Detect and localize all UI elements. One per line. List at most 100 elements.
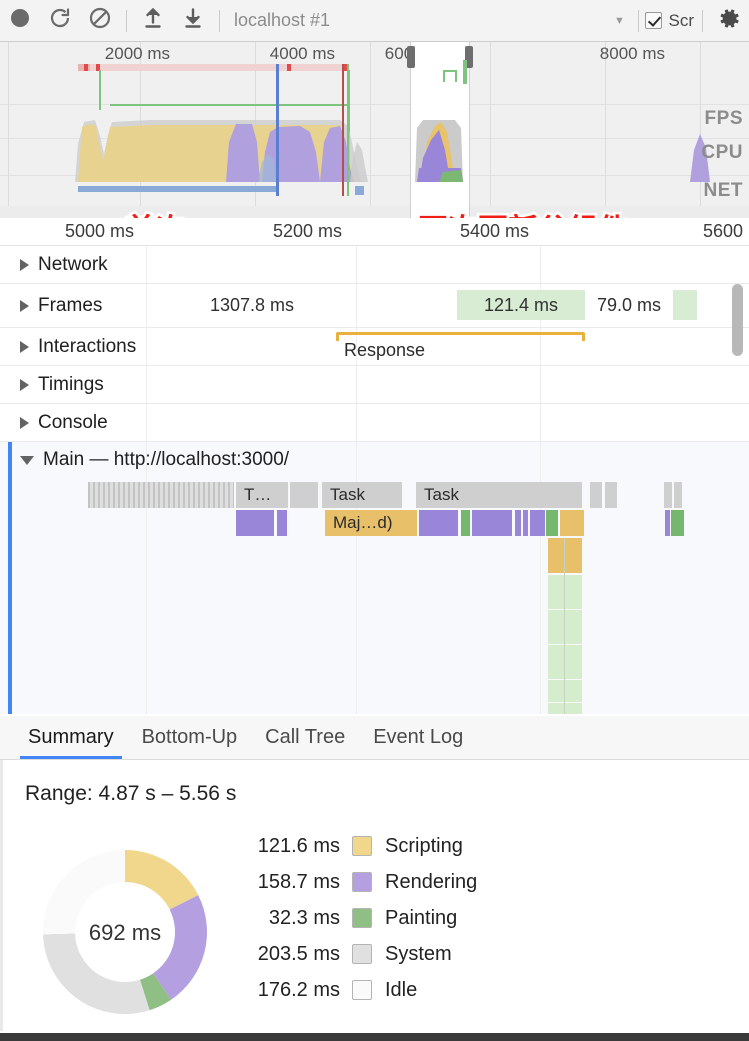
net-bar [78, 186, 278, 192]
overview-selection-window[interactable] [407, 42, 473, 218]
save-profile-button[interactable] [173, 0, 213, 42]
track-interactions[interactable]: Interactions Response [0, 328, 749, 366]
flame-block-rendering[interactable] [523, 510, 528, 536]
flame-block-task[interactable]: Task [322, 482, 402, 508]
frame-item[interactable]: 79.0 ms [586, 290, 672, 320]
screenshots-toggle[interactable]: Scr [644, 10, 697, 31]
toolbar-divider-2 [219, 9, 220, 32]
load-profile-button[interactable] [133, 0, 173, 42]
flame-block-timing[interactable] [548, 703, 582, 714]
selection-handle-left[interactable] [407, 46, 415, 68]
legend-row[interactable]: 203.5 ms System [248, 936, 477, 972]
overview-tick: 4000 ms [269, 44, 335, 63]
legend-label: Rendering [385, 870, 478, 893]
reload-and-record-button[interactable] [40, 0, 80, 42]
flame-block-task[interactable]: Task [416, 482, 582, 508]
flame-block-timing[interactable] [548, 680, 582, 702]
overview-tick: 8000 ms [599, 44, 665, 63]
chevron-right-icon[interactable] [20, 378, 29, 391]
flame-block-rendering[interactable] [419, 510, 458, 536]
timeline-overview[interactable]: 2000 ms 4000 ms 6000 ms 8000 ms [0, 42, 749, 218]
flame-block-rendering[interactable] [665, 510, 670, 536]
tab-call-tree[interactable]: Call Tree [251, 717, 359, 759]
track-main-header[interactable]: Main — http://localhost:3000/ [0, 442, 289, 478]
flame-block-scripting[interactable] [548, 538, 582, 573]
legend-row[interactable]: 32.3 ms Painting [248, 900, 477, 936]
screenshots-checkbox[interactable] [644, 12, 662, 29]
flame-block-task[interactable] [664, 482, 672, 508]
profile-selector-label[interactable]: localhost #1 [226, 0, 608, 42]
toolbar-divider-3 [637, 9, 639, 32]
flame-block-rendering[interactable] [472, 510, 512, 536]
flame-block-scripting[interactable]: Maj…d) [325, 510, 417, 536]
flame-block-painting[interactable] [671, 510, 684, 536]
flame-block-task[interactable] [674, 482, 682, 508]
track-network-label: Network [38, 253, 108, 275]
track-console-header[interactable]: Console [0, 404, 108, 441]
frame-item[interactable]: 1307.8 ms [146, 290, 358, 320]
legend-label: Painting [385, 906, 458, 929]
flame-block-task[interactable]: T… [236, 482, 288, 508]
cpu-lane-label: CPU [701, 142, 743, 163]
chevron-down-icon[interactable] [20, 455, 34, 465]
legend-label: System [385, 942, 452, 965]
chevron-down-icon[interactable]: ▼ [608, 15, 632, 27]
details-tabbar[interactable]: Summary Bottom-Up Call Tree Event Log [0, 716, 749, 760]
flame-block-rendering[interactable] [277, 510, 287, 536]
performance-toolbar: localhost #1 ▼ Scr [0, 0, 749, 42]
toolbar-divider-1 [126, 9, 127, 32]
flame-block-task-group[interactable] [88, 482, 234, 508]
toolbar-divider-4 [702, 9, 703, 32]
track-frames-header[interactable]: Frames [0, 284, 102, 327]
flame-block-task[interactable] [290, 482, 318, 508]
flame-block-painting[interactable] [461, 510, 470, 536]
annotation-parent-update: 再次更新父组件 [416, 205, 631, 219]
timeline-tracks[interactable]: Network Frames 1307.8 ms 121.4 ms 79.0 m… [0, 246, 749, 716]
timeline-tick: 5400 ms [459, 221, 529, 241]
track-timings-header[interactable]: Timings [0, 366, 104, 403]
track-timings-label: Timings [38, 373, 104, 395]
tracks-scrollbar[interactable] [732, 284, 743, 356]
legend-row[interactable]: 121.6 ms Scripting [248, 828, 477, 864]
legend-swatch [352, 980, 372, 1000]
flame-block-timing[interactable] [548, 645, 582, 679]
frame-item[interactable]: 121.4 ms [457, 290, 585, 320]
track-interactions-header[interactable]: Interactions [0, 328, 136, 365]
track-console[interactable]: Console [0, 404, 749, 442]
flame-block-rendering[interactable] [530, 510, 545, 536]
record-button[interactable] [0, 0, 40, 42]
legend-swatch [352, 836, 372, 856]
tab-summary[interactable]: Summary [14, 717, 128, 759]
activity-donut-chart[interactable]: 692 ms [30, 845, 220, 1020]
frame-item[interactable] [673, 290, 697, 320]
track-main[interactable]: Main — http://localhost:3000/ T… Task Ta… [0, 442, 749, 714]
main-track-selection-bar [8, 442, 12, 714]
legend-value: 203.5 ms [257, 942, 340, 965]
overview-marker-line [347, 64, 349, 196]
chevron-right-icon[interactable] [20, 340, 29, 353]
chevron-right-icon[interactable] [20, 258, 29, 271]
track-network-header[interactable]: Network [0, 246, 108, 283]
track-timings[interactable]: Timings [0, 366, 749, 404]
chevron-right-icon[interactable] [20, 299, 29, 312]
flame-block-rendering[interactable] [515, 510, 521, 536]
flame-block-scripting[interactable] [560, 510, 584, 536]
tab-bottom-up[interactable]: Bottom-Up [128, 717, 252, 759]
flame-block-rendering[interactable] [236, 510, 274, 536]
flame-block-task[interactable] [605, 482, 617, 508]
legend-row[interactable]: 158.7 ms Rendering [248, 864, 478, 900]
track-frames[interactable]: Frames 1307.8 ms 121.4 ms 79.0 ms [0, 284, 749, 328]
screenshots-label: Scr [668, 10, 695, 30]
legend-row[interactable]: 176.2 ms Idle [248, 972, 477, 1008]
fps-lane-label: FPS [704, 108, 743, 129]
chevron-right-icon[interactable] [20, 416, 29, 429]
flame-block-task[interactable] [590, 482, 602, 508]
flame-block-timing[interactable] [548, 610, 582, 644]
tab-event-log[interactable]: Event Log [359, 717, 477, 759]
flame-block-timing[interactable] [548, 575, 582, 609]
flame-block-painting[interactable] [546, 510, 558, 536]
overview-cursor-line [276, 64, 279, 196]
track-network[interactable]: Network [0, 246, 749, 284]
clear-button[interactable] [80, 0, 120, 42]
capture-settings-button[interactable] [709, 0, 749, 42]
